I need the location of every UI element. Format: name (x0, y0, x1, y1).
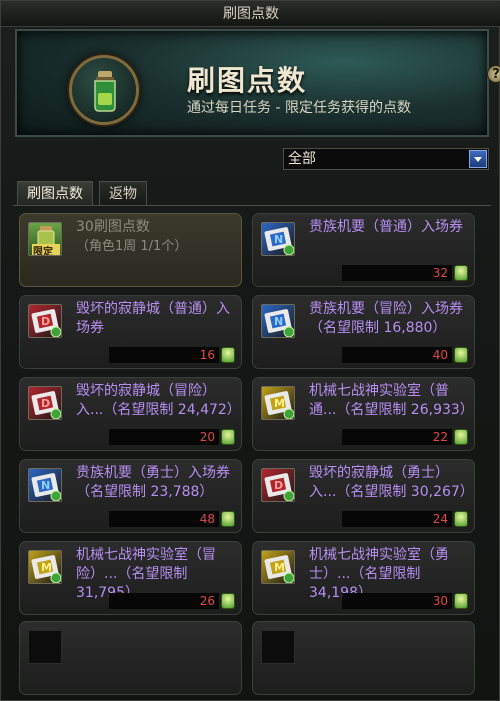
ticket-letter: N (274, 315, 284, 328)
ticket-letter: N (41, 479, 51, 492)
help-button[interactable]: ? (487, 65, 500, 83)
ticket-n-icon: N (261, 304, 295, 338)
limited-badge: 限定 (33, 247, 53, 256)
shop-item-card[interactable]: M 机械七战神实验室（普通...（名望限制 26,933） 22 (252, 377, 475, 451)
ticket-letter: D (41, 315, 51, 328)
shop-item-card[interactable]: 限定 30刷图点数 （角色1周 1/1个） (19, 213, 242, 287)
item-price: 32 (342, 265, 452, 281)
shop-item-card[interactable]: N 贵族机要（普通）入场券 32 (252, 213, 475, 287)
ticket-d-icon: D (28, 386, 62, 420)
points-coin-icon (221, 347, 235, 363)
banner-subtitle: 通过每日任务 - 限定任务获得的点数 (187, 100, 411, 116)
item-price: 26 (109, 593, 219, 609)
ticket-letter: M (41, 561, 52, 574)
ticket-letter: M (274, 561, 285, 574)
filter-selected-value: 全部 (288, 151, 316, 167)
item-price: 48 (109, 511, 219, 527)
ticket-d-icon: D (28, 304, 62, 338)
ticket-letter: D (274, 479, 284, 492)
item-name: 机械七战神实验室（普通...（名望限制 26,933） (309, 383, 474, 418)
empty-item-slot[interactable] (252, 621, 475, 695)
points-coin-icon (454, 265, 468, 281)
ticket-n-icon: N (261, 222, 295, 256)
ticket-letter: M (274, 397, 285, 410)
shop-item-card[interactable]: M 机械七战神实验室（冒险）...（名望限制 31,795） 26 (19, 541, 242, 615)
tab-points[interactable]: 刷图点数 (17, 181, 93, 206)
tab-divider (13, 205, 491, 206)
category-filter-dropdown[interactable]: 全部 (283, 148, 489, 170)
item-name: 贵族机要（勇士）入场券（名望限制 23,788） (76, 465, 230, 500)
potion-icon (69, 55, 139, 125)
ticket-m-icon: M (261, 550, 295, 584)
points-coin-icon (454, 429, 468, 445)
points-coin-icon (454, 511, 468, 527)
points-coin-icon (454, 347, 468, 363)
banner-title: 刷图点数 (187, 64, 308, 97)
item-name: 毁坏的寂静城（冒险）入...（名望限制 24,472） (76, 383, 241, 418)
ticket-m-icon: M (28, 550, 62, 584)
ticket-m-icon: M (261, 386, 295, 420)
ticket-d-icon: D (261, 468, 295, 502)
ticket-letter: N (274, 233, 284, 246)
item-name: 毁坏的寂静城（勇士）入...（名望限制 30,267） (309, 465, 474, 500)
item-price: 24 (342, 511, 452, 527)
shop-item-card[interactable]: N 贵族机要（冒险）入场券（名望限制 16,880） 40 (252, 295, 475, 369)
shop-item-card[interactable]: D 毁坏的寂静城（冒险）入...（名望限制 24,472） 20 (19, 377, 242, 451)
chevron-down-icon[interactable] (469, 150, 487, 168)
empty-slot-icon (28, 630, 62, 664)
item-list: 限定 30刷图点数 （角色1周 1/1个） N 贵族机要（普通）入场券 32 D 毁坏的寂静城… (13, 207, 491, 701)
item-limit: （角色1周 1/1个） (76, 239, 188, 254)
window-title: 刷图点数 (1, 1, 500, 27)
item-price: 30 (342, 593, 452, 609)
item-price: 16 (109, 347, 219, 363)
item-price: 22 (342, 429, 452, 445)
points-shop-window: 刷图点数 刷图点数 通过每日任务 - 限定任务获得的点数 ? 全部 刷图点数 返… (0, 0, 500, 701)
shop-item-card[interactable]: D 毁坏的寂静城（勇士）入...（名望限制 30,267） 24 (252, 459, 475, 533)
shop-item-card[interactable]: D 毁坏的寂静城（普通）入场券 16 (19, 295, 242, 369)
item-name: 贵族机要（普通）入场券 (309, 219, 463, 235)
shop-item-card[interactable]: N 贵族机要（勇士）入场券（名望限制 23,788） 48 (19, 459, 242, 533)
shop-item-card[interactable]: M 机械七战神实验室（勇士）...（名望限制 34,198） 30 (252, 541, 475, 615)
points-coin-icon (221, 429, 235, 445)
empty-slot-icon (261, 630, 295, 664)
item-price: 20 (109, 429, 219, 445)
tab-rewards[interactable]: 返物 (99, 181, 147, 206)
points-coin-icon (221, 593, 235, 609)
points-banner: 刷图点数 通过每日任务 - 限定任务获得的点数 ? (15, 29, 500, 137)
points-coin-icon (454, 593, 468, 609)
ticket-n-icon: N (28, 468, 62, 502)
ticket-letter: D (41, 397, 51, 410)
empty-item-slot[interactable] (19, 621, 242, 695)
item-name: 毁坏的寂静城（普通）入场券 (76, 301, 230, 336)
item-price: 40 (342, 347, 452, 363)
item-name: 贵族机要（冒险）入场券（名望限制 16,880） (309, 301, 463, 336)
points-coin-icon (221, 511, 235, 527)
limited-potion-icon: 限定 (28, 222, 62, 256)
item-name: 30刷图点数 (76, 219, 150, 235)
